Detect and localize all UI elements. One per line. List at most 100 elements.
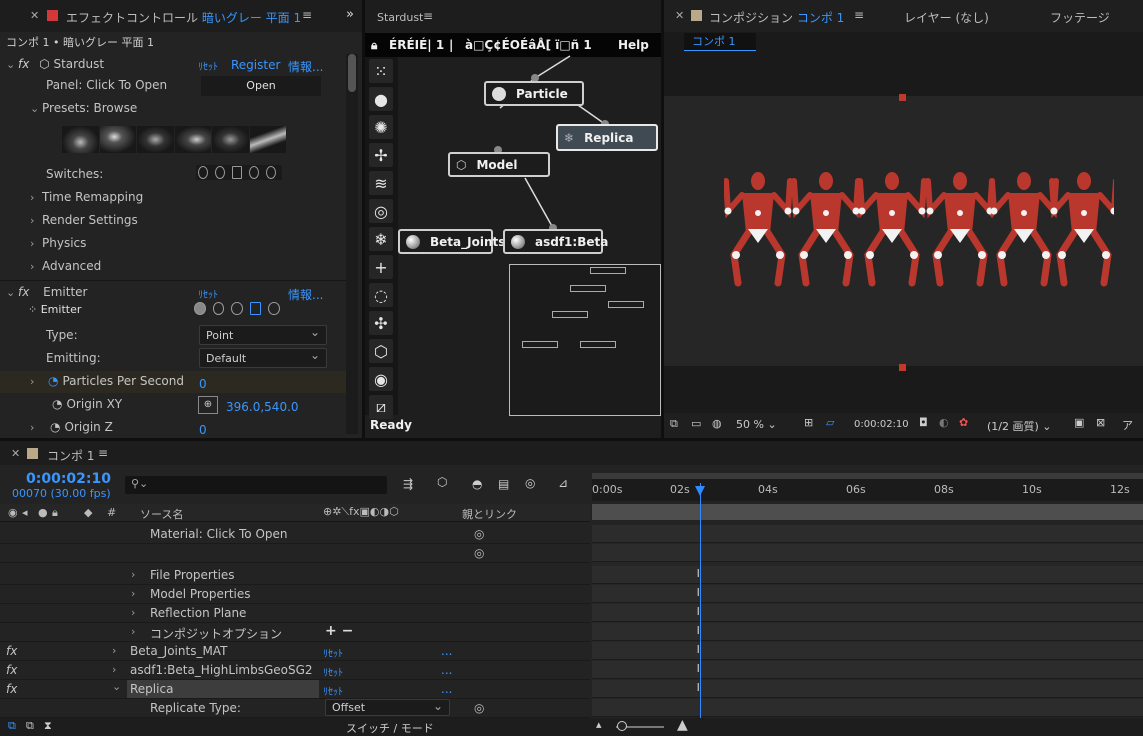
stopwatch-icon[interactable]: ◔	[52, 397, 62, 411]
panel-menu-icon[interactable]: ≡	[98, 446, 108, 460]
camera-icon[interactable]: ◘	[919, 416, 928, 429]
close-icon[interactable]: ✕	[675, 9, 684, 22]
effect-header-stardust[interactable]: ⌄ fx ⬡ Stardust	[6, 57, 104, 71]
reset-link[interactable]: ﾘｾｯﾄ	[323, 645, 343, 660]
shy-icon[interactable]: ◓	[472, 477, 482, 491]
pickwhip-icon[interactable]: ◎	[474, 527, 484, 541]
row-fx-beta-joints[interactable]: fx › Beta_Joints_MAT ﾘｾｯﾄ...	[0, 642, 590, 661]
chevron-right-icon[interactable]: ›	[131, 606, 143, 619]
row-fx-replica[interactable]: fx ⌄ Replica ﾘｾｯﾄ...	[0, 680, 590, 699]
chevron-right-icon[interactable]: ›	[30, 237, 42, 250]
work-area-row[interactable]	[592, 504, 1143, 520]
playhead-line[interactable]	[699, 483, 701, 718]
lens-switch-icon[interactable]	[231, 302, 243, 315]
frame-blend-icon[interactable]: ▤	[498, 477, 509, 491]
options-link[interactable]: ...	[441, 644, 452, 658]
row-file-properties[interactable]: › File Properties	[0, 566, 590, 585]
zoom-in-icon[interactable]: ▲	[677, 717, 688, 733]
comp-viewer[interactable]	[664, 56, 1143, 411]
type-dropdown[interactable]: Point	[199, 325, 327, 345]
channel-icon[interactable]: ✿	[959, 416, 968, 429]
preset-thumb[interactable]	[174, 126, 211, 153]
track-row[interactable]	[592, 544, 1143, 562]
lens-switch-icon[interactable]	[249, 166, 259, 179]
motion-blur-icon[interactable]: ◎	[525, 476, 535, 490]
switch-icons[interactable]	[196, 165, 282, 180]
graph-editor-icon[interactable]: ⊿	[558, 476, 568, 490]
group-render-settings[interactable]: › Render Settings	[30, 213, 138, 227]
row-replicate-type[interactable]: Replicate Type: Offset ◎	[0, 699, 590, 718]
chevron-right-icon[interactable]: ›	[131, 568, 143, 581]
track-row[interactable]	[592, 661, 1143, 679]
audio-icon[interactable]: ◂	[22, 506, 28, 519]
emitter-info-link[interactable]: 情報...	[288, 286, 323, 303]
comp-mini-flowchart-icon[interactable]: ⬡	[437, 475, 447, 489]
options-link[interactable]: ...	[441, 663, 452, 677]
playhead-handle[interactable]	[694, 486, 705, 496]
render-time-icon[interactable]: ⧗	[44, 719, 52, 733]
preset-thumbnails[interactable]	[62, 126, 286, 153]
close-icon[interactable]: ✕	[30, 9, 39, 22]
col-parent[interactable]: 親とリンク	[462, 506, 517, 522]
zoom-slider-thumb[interactable]	[617, 721, 627, 731]
track-row[interactable]	[592, 623, 1143, 641]
time-ruler[interactable]: 0:00s 02s 04s 06s 08s 10s 12s	[592, 473, 1143, 501]
track-row[interactable]	[592, 699, 1143, 717]
target-icon[interactable]	[268, 302, 280, 315]
tab-effect-controls[interactable]: エフェクトコントロール 暗いグレー 平面 1	[66, 9, 301, 26]
register-link[interactable]: Register	[231, 58, 280, 72]
track-row[interactable]	[592, 604, 1143, 622]
group-time-remapping[interactable]: › Time Remapping	[30, 190, 143, 204]
info-link[interactable]: 情報...	[288, 58, 323, 75]
lock-icon[interactable]: 🔒︎	[52, 506, 58, 520]
chevron-right-icon[interactable]: ›	[30, 191, 42, 204]
bbox-switch-icon[interactable]	[232, 166, 242, 179]
chevron-right-icon[interactable]: ›	[30, 421, 42, 434]
node-model[interactable]: ⬡ Model	[448, 152, 550, 177]
crosshair-icon[interactable]: ⊕	[198, 396, 218, 414]
timeline-timecode[interactable]: 0:00:02:10	[26, 471, 111, 487]
row-model-properties[interactable]: › Model Properties	[0, 585, 590, 604]
chevron-down-icon[interactable]: ⌄	[6, 58, 18, 71]
mask-icon[interactable]: ◍	[712, 417, 722, 430]
gear-icon[interactable]	[266, 166, 276, 179]
grid-icon[interactable]: ⊠	[1096, 416, 1105, 429]
reset-link[interactable]: ﾘｾｯﾄ	[198, 58, 218, 73]
options-link[interactable]: ...	[441, 682, 452, 696]
chevron-down-icon[interactable]: ⌄	[112, 680, 124, 693]
track-row[interactable]	[592, 566, 1143, 584]
layer-handle-top[interactable]	[899, 94, 906, 101]
node-beta-joints[interactable]: Beta_Joints	[398, 229, 505, 254]
chevron-down-icon[interactable]: ⌄	[6, 286, 18, 299]
reset-link[interactable]: ﾘｾｯﾄ	[323, 664, 343, 679]
preset-thumb[interactable]	[62, 126, 99, 153]
group-advanced[interactable]: › Advanced	[30, 259, 101, 273]
row-material[interactable]: Material: Click To Open ◎	[0, 525, 590, 544]
zoom-dropdown[interactable]: 50 % ⌄	[736, 418, 777, 431]
monitor-icon[interactable]: ▭	[691, 417, 701, 430]
open-button[interactable]: Open	[201, 76, 321, 96]
flowchart-icon[interactable]: ⇶	[403, 477, 413, 491]
close-icon[interactable]: ✕	[11, 447, 20, 460]
tab-composition[interactable]: コンポジション コンポ 1	[709, 9, 844, 26]
shadow-switch-icon[interactable]	[212, 302, 225, 315]
preset-thumb[interactable]	[212, 126, 249, 153]
col-source-name[interactable]: ソース名	[140, 506, 183, 522]
preset-thumb[interactable]	[99, 126, 136, 153]
comp-chip[interactable]: コンポ 1	[684, 33, 756, 51]
region-icon[interactable]: ⧉	[670, 417, 678, 431]
chevron-right-icon[interactable]: ›	[30, 375, 42, 388]
more-options[interactable]: ア	[1122, 417, 1133, 433]
node-replica[interactable]: ❄ Replica	[556, 124, 658, 151]
node-minimap[interactable]	[509, 264, 661, 416]
track-row[interactable]	[592, 642, 1143, 660]
stopwatch-icon[interactable]: ◔	[48, 374, 58, 388]
layer-nav-icon[interactable]: ⧉	[26, 719, 34, 733]
effect-scrollbar[interactable]	[346, 54, 358, 434]
tab-timeline[interactable]: コンポ 1	[47, 447, 94, 464]
preset-thumb[interactable]	[249, 126, 286, 153]
transparency-icon[interactable]: ▱	[826, 416, 834, 429]
track-row[interactable]	[592, 680, 1143, 698]
reset-link[interactable]: ﾘｾｯﾄ	[323, 683, 343, 698]
bbox-switch-icon[interactable]	[249, 302, 262, 315]
